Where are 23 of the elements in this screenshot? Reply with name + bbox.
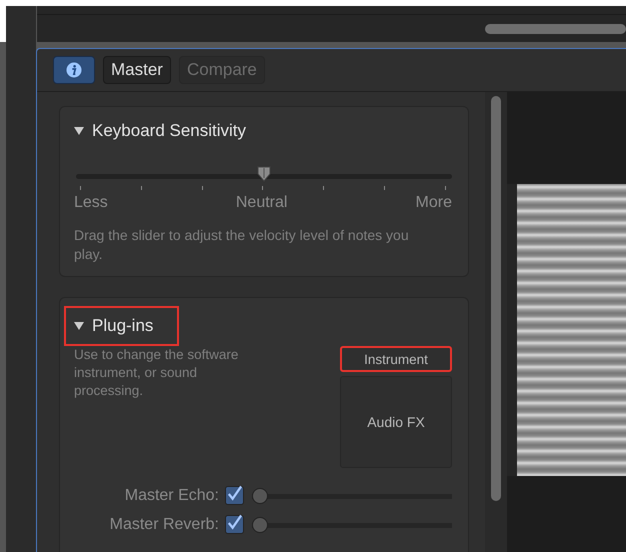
checkbox[interactable] xyxy=(225,515,244,534)
disclosure-triangle-icon[interactable] xyxy=(74,126,84,136)
info-button[interactable] xyxy=(53,56,95,84)
plugin-slot[interactable]: Audio FX xyxy=(340,376,452,468)
slider-knob[interactable] xyxy=(252,488,268,504)
section-description: Drag the slider to adjust the velocity level of notes you play. xyxy=(74,226,410,264)
send-label: Master Reverb: xyxy=(110,516,219,534)
section-title: Keyboard Sensitivity xyxy=(92,121,246,141)
slider-thumb[interactable] xyxy=(256,166,272,182)
plugin-slot[interactable]: Instrument xyxy=(340,346,452,372)
slider-label: Less xyxy=(74,194,108,212)
send-label: Master Echo: xyxy=(124,486,219,504)
section-title: Plug-ins xyxy=(92,316,154,336)
section-description: Use to change the software instrument, or sound processing. xyxy=(74,346,239,400)
checkbox[interactable] xyxy=(225,486,244,505)
slider-knob[interactable] xyxy=(252,516,268,532)
vertical-scrollbar[interactable] xyxy=(491,96,501,501)
horizontal-scrollbar[interactable] xyxy=(485,24,626,34)
disclosure-triangle-icon[interactable] xyxy=(74,321,84,331)
slider-label: Neutral xyxy=(236,194,288,212)
info-icon xyxy=(66,62,82,78)
slider-label: More xyxy=(416,194,452,212)
master-button[interactable]: Master xyxy=(103,56,171,84)
